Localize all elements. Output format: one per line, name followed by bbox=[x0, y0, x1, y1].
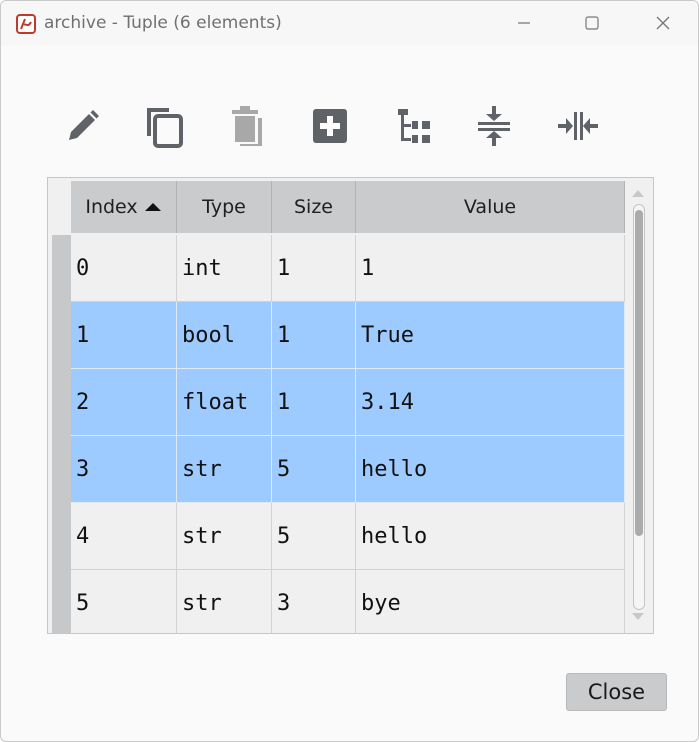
cell-value[interactable]: True bbox=[356, 302, 625, 369]
cell-type[interactable]: str bbox=[177, 503, 272, 570]
scrollbar-thumb[interactable] bbox=[635, 210, 643, 536]
table-corner bbox=[49, 179, 71, 233]
view-button[interactable] bbox=[389, 101, 439, 151]
cell-type[interactable]: bool bbox=[177, 302, 272, 369]
column-header-index[interactable]: Index bbox=[71, 181, 177, 233]
minimize-icon bbox=[518, 22, 530, 24]
resize-columns-button[interactable] bbox=[553, 101, 603, 151]
sort-ascending-icon bbox=[144, 203, 161, 211]
cell-size[interactable]: 1 bbox=[272, 302, 356, 369]
close-window-button[interactable] bbox=[640, 1, 686, 45]
maximize-icon bbox=[585, 16, 599, 30]
maximize-button[interactable] bbox=[569, 1, 615, 45]
window-title: archive - Tuple (6 elements) bbox=[44, 13, 282, 33]
cell-size[interactable]: 5 bbox=[272, 436, 356, 503]
vertical-scrollbar[interactable] bbox=[627, 182, 649, 629]
cell-index[interactable]: 5 bbox=[71, 570, 177, 633]
cell-value[interactable]: 1 bbox=[356, 235, 625, 302]
cell-size[interactable]: 5 bbox=[272, 503, 356, 570]
cell-type[interactable]: str bbox=[177, 436, 272, 503]
column-header-label: Size bbox=[293, 196, 333, 218]
row-header[interactable] bbox=[52, 436, 71, 503]
cell-value[interactable]: 3.14 bbox=[356, 369, 625, 436]
cell-index[interactable]: 2 bbox=[71, 369, 177, 436]
plus-box-icon bbox=[313, 109, 347, 143]
scroll-up-icon[interactable] bbox=[631, 188, 645, 198]
row-header[interactable] bbox=[52, 503, 71, 570]
spyder-logo-icon bbox=[16, 14, 36, 34]
column-header-size[interactable]: Size bbox=[272, 181, 356, 233]
resize-rows-icon bbox=[478, 106, 510, 146]
table-row[interactable]: 3 str 5 hello bbox=[52, 436, 625, 503]
row-header[interactable] bbox=[52, 235, 71, 302]
table-row[interactable]: 2 float 1 3.14 bbox=[52, 369, 625, 436]
scroll-down-icon[interactable] bbox=[631, 612, 645, 622]
column-header-type[interactable]: Type bbox=[177, 181, 272, 233]
column-header-label: Type bbox=[202, 196, 246, 218]
close-icon bbox=[656, 16, 670, 30]
cell-value[interactable]: hello bbox=[356, 436, 625, 503]
resize-columns-icon bbox=[558, 112, 598, 140]
cell-value[interactable]: bye bbox=[356, 570, 625, 633]
table-row[interactable]: 4 str 5 hello bbox=[52, 503, 625, 570]
cell-index[interactable]: 3 bbox=[71, 436, 177, 503]
table-row[interactable]: 5 str 3 bye bbox=[52, 570, 625, 633]
column-header-label: Value bbox=[463, 196, 517, 218]
edit-button[interactable] bbox=[58, 101, 108, 151]
cell-size[interactable]: 3 bbox=[272, 570, 356, 633]
remove-button[interactable] bbox=[223, 101, 273, 151]
table-row[interactable]: 1 bool 1 True bbox=[52, 302, 625, 369]
trash-icon bbox=[232, 106, 262, 146]
title-bar[interactable]: archive - Tuple (6 elements) bbox=[1, 1, 698, 45]
table-row[interactable]: 0 int 1 1 bbox=[52, 235, 625, 302]
cell-index[interactable]: 0 bbox=[71, 235, 177, 302]
row-header[interactable] bbox=[52, 302, 71, 369]
row-header[interactable] bbox=[52, 570, 71, 633]
minimize-button[interactable] bbox=[501, 1, 547, 45]
cell-index[interactable]: 1 bbox=[71, 302, 177, 369]
cell-type[interactable]: str bbox=[177, 570, 272, 633]
collection-table[interactable]: Index Type Size Value 0 int 1 1 1 bool 1… bbox=[47, 177, 654, 634]
cell-value[interactable]: hello bbox=[356, 503, 625, 570]
close-button[interactable]: Close bbox=[566, 673, 667, 711]
pencil-icon bbox=[69, 110, 99, 140]
dialog-window: archive - Tuple (6 elements) Index Type … bbox=[0, 0, 699, 742]
cell-index[interactable]: 4 bbox=[71, 503, 177, 570]
cell-type[interactable]: int bbox=[177, 235, 272, 302]
cell-size[interactable]: 1 bbox=[272, 369, 356, 436]
cell-type[interactable]: float bbox=[177, 369, 272, 436]
copy-icon bbox=[147, 108, 183, 148]
column-header-label: Index bbox=[85, 196, 138, 218]
insert-button[interactable] bbox=[305, 101, 355, 151]
cell-size[interactable]: 1 bbox=[272, 235, 356, 302]
copy-button[interactable] bbox=[139, 101, 189, 151]
row-header[interactable] bbox=[52, 369, 71, 436]
tree-icon bbox=[398, 109, 430, 143]
resize-rows-button[interactable] bbox=[469, 101, 519, 151]
column-header-value[interactable]: Value bbox=[356, 181, 625, 233]
